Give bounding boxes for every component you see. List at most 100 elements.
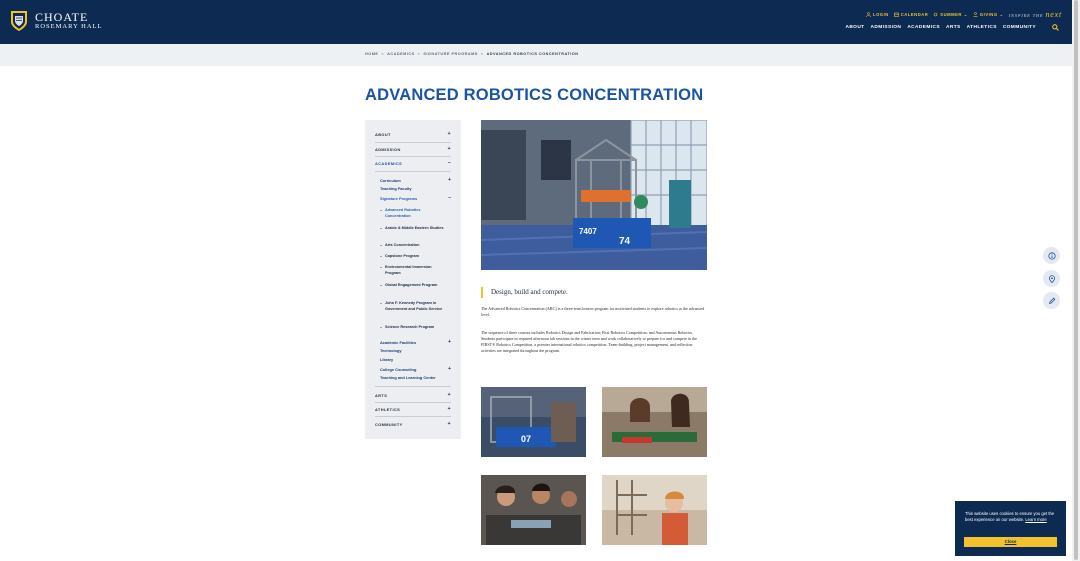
- logo-line1: CHOATE: [35, 10, 89, 25]
- chevron-down-icon: ⌄: [963, 12, 968, 17]
- sidebar-item-curriculum[interactable]: Curriculum +: [380, 177, 451, 183]
- sidebar-item-global-engagement[interactable]: Global Engagement Program: [380, 283, 447, 289]
- gallery-image-students-building[interactable]: [602, 387, 707, 457]
- nav-community[interactable]: COMMUNITY: [1003, 25, 1036, 30]
- body-paragraph: The sequence of three courses includes R…: [481, 330, 697, 354]
- location-button[interactable]: [1043, 270, 1060, 287]
- logo-line2: ROSEMARY HALL: [35, 23, 103, 31]
- sidebar-item-teaching-learning[interactable]: Teaching and Learning Center: [380, 375, 451, 380]
- sidebar-item-jfk-program[interactable]: John F. Kennedy Program in Government an…: [380, 301, 447, 313]
- nav-arts[interactable]: ARTS: [946, 25, 961, 30]
- gallery-image-robot-closeup[interactable]: 07: [481, 387, 586, 457]
- sidebar-item-signature-programs[interactable]: Signature Programs –: [380, 195, 451, 201]
- collapse-minus-icon[interactable]: –: [448, 160, 451, 166]
- expand-plus-icon[interactable]: +: [448, 366, 451, 372]
- sidebar-item-arts[interactable]: ARTS +: [375, 392, 451, 398]
- expand-plus-icon[interactable]: +: [448, 177, 451, 183]
- sidebar-item-library[interactable]: Library: [380, 357, 451, 362]
- sidebar-item-academics[interactable]: ACADEMICS –: [375, 160, 451, 166]
- collapse-minus-icon[interactable]: –: [448, 195, 451, 201]
- expand-plus-icon[interactable]: +: [448, 131, 451, 137]
- breadcrumb-current: ADVANCED ROBOTICS CONCENTRATION: [486, 52, 579, 56]
- login-link[interactable]: LOGIN: [866, 12, 889, 17]
- inspire-tagline: INSPIRE THE next: [1009, 10, 1062, 19]
- sidebar-item-teaching-faculty[interactable]: Teaching Faculty: [380, 186, 451, 191]
- divider: [375, 142, 451, 143]
- sidebar-item-admission[interactable]: ADMISSION +: [375, 146, 451, 152]
- site-header: CHOATE ROSEMARY HALL LOGIN CALENDAR SUMM…: [0, 0, 1072, 44]
- divider: [375, 171, 451, 172]
- breadcrumb-signature-programs[interactable]: SIGNATURE PROGRAMS: [423, 52, 478, 56]
- sidebar-item-label: ARTS: [375, 392, 388, 398]
- sidebar-item-about[interactable]: ABOUT +: [375, 131, 451, 137]
- sidebar-item-science-research[interactable]: Science Research Program: [380, 325, 447, 331]
- page-scrollbar[interactable]: [1072, 0, 1080, 561]
- divider: [375, 386, 451, 387]
- nav-academics[interactable]: ACADEMICS: [907, 25, 940, 30]
- calendar-link[interactable]: CALENDAR: [893, 12, 929, 17]
- expand-plus-icon[interactable]: +: [448, 339, 451, 345]
- tagline-accent: [481, 287, 483, 298]
- divider: [375, 402, 451, 403]
- inspire-text: INSPIRE THE: [1008, 13, 1044, 18]
- breadcrumb-separator: >: [417, 52, 421, 56]
- tagline: Design, build and compete.: [491, 288, 568, 296]
- sidebar-item-label: ADMISSION: [375, 146, 401, 152]
- user-icon: [866, 12, 871, 17]
- expand-plus-icon[interactable]: +: [448, 421, 451, 427]
- robot-number-label: 7407: [579, 227, 597, 236]
- sidebar-item-label: Academic Facilities: [380, 339, 417, 345]
- intro-paragraph: The Advanced Robotics Concentration (ARC…: [481, 306, 705, 318]
- sidebar-item-label: College Counseling: [380, 366, 417, 372]
- search-icon[interactable]: [1052, 24, 1059, 31]
- sidebar-item-athletics[interactable]: ATHLETICS +: [375, 406, 451, 412]
- sidebar-item-capstone[interactable]: Capstone Program: [380, 254, 447, 260]
- breadcrumb-separator: >: [480, 52, 484, 56]
- sidebar-item-technology[interactable]: Technology: [380, 348, 451, 353]
- summer-link[interactable]: SUMMER ⌄: [933, 12, 968, 17]
- cookie-learn-more-link[interactable]: Learn more: [1025, 517, 1046, 522]
- sidebar-item-label: Curriculum: [380, 177, 401, 183]
- cookie-text: This website uses cookies to ensure you …: [965, 511, 1057, 522]
- school-crest-icon: [11, 11, 27, 31]
- sidebar-item-advanced-robotics[interactable]: Advanced Robotics Concentration: [380, 208, 447, 220]
- breadcrumb-separator: >: [381, 52, 385, 56]
- apply-button[interactable]: [1043, 292, 1060, 309]
- breadcrumb-academics[interactable]: ACADEMICS: [387, 52, 415, 56]
- calendar-icon: [893, 12, 899, 17]
- expand-plus-icon[interactable]: +: [448, 146, 451, 152]
- sidebar-item-label: ACADEMICS: [375, 160, 403, 166]
- nav-about[interactable]: ABOUT: [845, 25, 864, 30]
- summer-label: SUMMER: [940, 12, 962, 17]
- sidebar-item-arts-concentration[interactable]: Arts Concentration: [380, 243, 447, 249]
- giving-link[interactable]: GIVING ⌄: [973, 12, 1004, 17]
- gallery-image-team-working[interactable]: [481, 475, 586, 545]
- nav-athletics[interactable]: ATHLETICS: [967, 25, 997, 30]
- giving-label: GIVING: [979, 12, 998, 17]
- pencil-icon: [1048, 297, 1055, 304]
- sidebar-item-label: Teaching Faculty: [380, 186, 412, 191]
- thumb-robot-number: 07: [521, 434, 531, 444]
- nav-admission[interactable]: ADMISSION: [871, 25, 902, 30]
- sidebar-nav: ABOUT + ADMISSION + ACADEMICS – Curricul…: [365, 120, 461, 439]
- gallery-image-student-lab[interactable]: [602, 475, 707, 545]
- calendar-label: CALENDAR: [900, 12, 929, 17]
- expand-plus-icon[interactable]: +: [448, 392, 451, 398]
- sidebar-item-arabic-studies[interactable]: Arabic & Middle Eastern Studies: [380, 226, 447, 232]
- sidebar-item-label: Signature Programs: [380, 195, 418, 201]
- sidebar-item-label: ATHLETICS: [375, 406, 401, 412]
- sidebar-item-community[interactable]: COMMUNITY +: [375, 421, 451, 427]
- expand-plus-icon[interactable]: +: [448, 406, 451, 412]
- scrollbar-thumb[interactable]: [1074, 0, 1078, 560]
- info-button[interactable]: [1043, 247, 1060, 264]
- robot-number-label-2: 74: [619, 236, 631, 247]
- breadcrumb-home[interactable]: HOME: [365, 52, 378, 56]
- sun-icon: [933, 12, 938, 17]
- breadcrumb: HOME > ACADEMICS > SIGNATURE PROGRAMS > …: [365, 52, 579, 56]
- cookie-close-button[interactable]: Close: [964, 537, 1057, 547]
- sidebar-item-college-counseling[interactable]: College Counseling +: [380, 366, 451, 372]
- logo[interactable]: CHOATE ROSEMARY HALL: [9, 10, 102, 32]
- sidebar-item-environmental-immersion[interactable]: Environmental Immersion Program: [380, 265, 447, 277]
- sidebar-item-label: Library: [380, 357, 394, 362]
- sidebar-item-academic-facilities[interactable]: Academic Facilities +: [380, 339, 451, 345]
